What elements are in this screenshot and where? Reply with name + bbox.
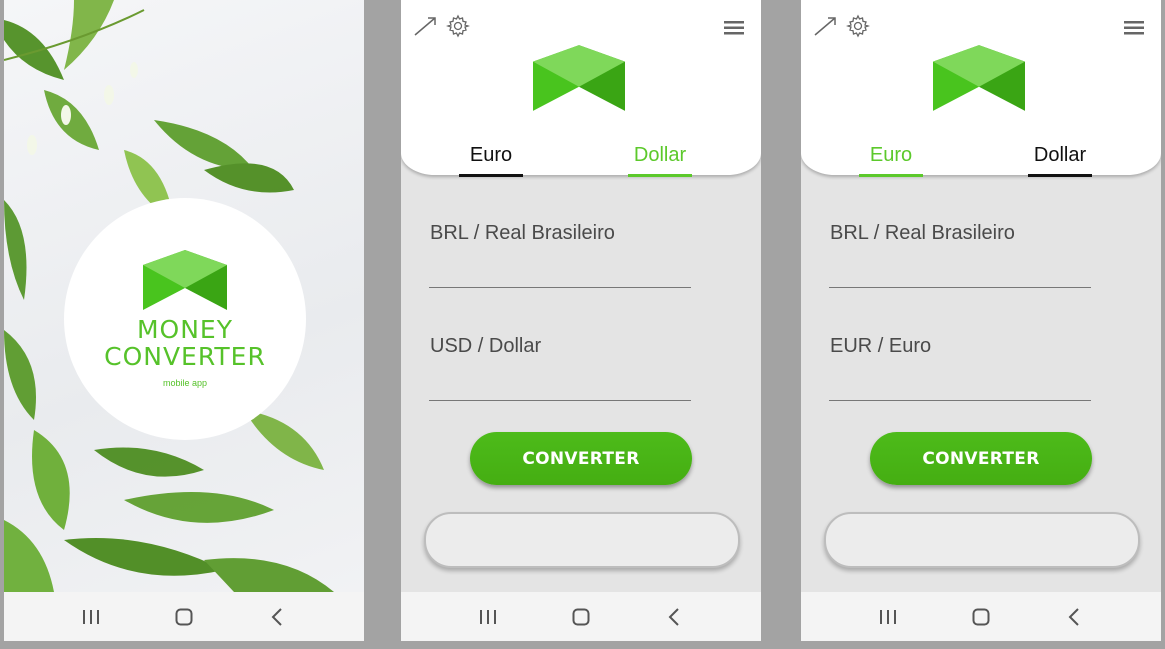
usd-input[interactable]	[429, 373, 695, 401]
trend-arrow-icon[interactable]	[413, 15, 437, 42]
hamburger-menu-icon[interactable]	[1124, 20, 1144, 41]
system-nav-bar	[801, 592, 1161, 641]
usd-field-label: USD / Dollar	[430, 335, 542, 357]
home-icon[interactable]	[169, 602, 199, 632]
gear-icon[interactable]	[845, 14, 871, 43]
brl-input[interactable]	[829, 260, 1095, 288]
tab-indicator	[859, 174, 923, 177]
back-icon[interactable]	[262, 602, 292, 632]
app-logo-icon	[533, 45, 625, 111]
convert-button[interactable]: CONVERTER	[870, 432, 1092, 485]
system-nav-bar	[4, 592, 364, 641]
tab-dollar-label: Dollar	[1033, 144, 1087, 166]
brl-input-underline	[429, 287, 691, 288]
converter-screen-euro: Euro Dollar BRL / Real Brasileiro EUR / …	[801, 0, 1161, 641]
result-display	[824, 512, 1140, 568]
back-icon[interactable]	[1059, 602, 1089, 632]
eur-input-underline	[829, 400, 1091, 401]
tab-dollar[interactable]: Dollar	[1028, 144, 1092, 177]
tab-dollar-label: Dollar	[633, 144, 687, 166]
recent-apps-icon[interactable]	[873, 602, 903, 632]
tab-dollar[interactable]: Dollar	[628, 144, 692, 177]
tab-indicator	[628, 174, 692, 177]
brl-input-underline	[829, 287, 1091, 288]
tab-euro-label: Euro	[469, 144, 513, 166]
hamburger-menu-icon[interactable]	[724, 20, 744, 41]
recent-apps-icon[interactable]	[76, 602, 106, 632]
splash-logo-circle: MONEY CONVERTER mobile app	[64, 198, 306, 440]
recent-apps-icon[interactable]	[473, 602, 503, 632]
eur-field-label: EUR / Euro	[830, 335, 932, 357]
home-icon[interactable]	[566, 602, 596, 632]
usd-input-underline	[429, 400, 691, 401]
splash-screen: MONEY CONVERTER mobile app	[4, 0, 364, 641]
trend-arrow-icon[interactable]	[813, 15, 837, 42]
splash-title: MONEY CONVERTER	[104, 316, 266, 370]
gear-icon[interactable]	[445, 14, 471, 43]
tab-indicator	[1028, 174, 1092, 177]
brl-input[interactable]	[429, 260, 695, 288]
converter-screen-dollar: Euro Dollar BRL / Real Brasileiro USD / …	[401, 0, 761, 641]
tab-indicator	[459, 174, 523, 177]
brl-field-label: BRL / Real Brasileiro	[830, 222, 1015, 244]
tab-euro[interactable]: Euro	[859, 144, 923, 177]
system-nav-bar	[401, 592, 761, 641]
back-icon[interactable]	[659, 602, 689, 632]
result-display	[424, 512, 740, 568]
convert-button[interactable]: CONVERTER	[470, 432, 692, 485]
app-header: Euro Dollar	[401, 0, 761, 177]
brl-field-label: BRL / Real Brasileiro	[430, 222, 615, 244]
eur-input[interactable]	[829, 373, 1095, 401]
splash-title-line2: CONVERTER	[104, 342, 266, 371]
tab-euro-label: Euro	[869, 144, 913, 166]
home-icon[interactable]	[966, 602, 996, 632]
app-header: Euro Dollar	[801, 0, 1161, 177]
tab-euro[interactable]: Euro	[459, 144, 523, 177]
app-logo-icon	[933, 45, 1025, 111]
splash-subtitle: mobile app	[162, 378, 208, 388]
splash-title-line1: MONEY	[136, 315, 233, 344]
app-logo-icon	[143, 250, 227, 310]
